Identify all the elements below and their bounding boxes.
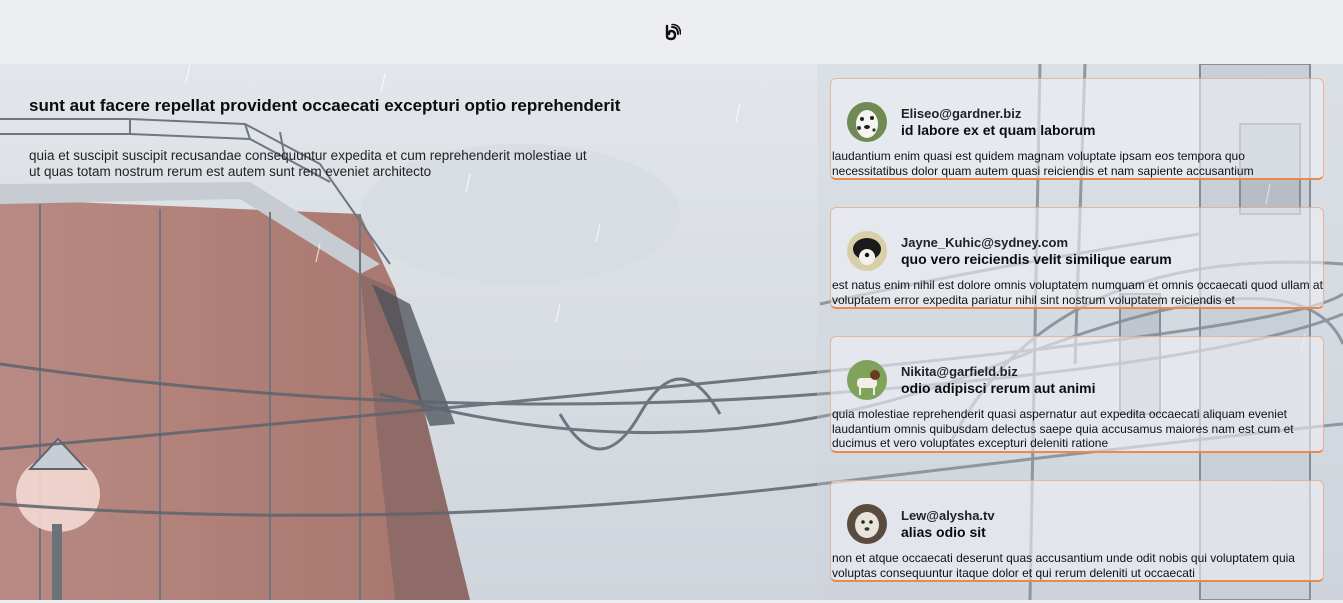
post: sunt aut facere repellat provident occae… bbox=[29, 96, 789, 180]
comment-name: odio adipisci rerum aut animi bbox=[901, 379, 1096, 396]
post-body: quia et suscipit suscipit recusandae con… bbox=[29, 148, 587, 179]
comment-card: Eliseo@gardner.biz id labore ex et quam … bbox=[830, 78, 1324, 180]
comment-card: Lew@alysha.tv alias odio sit non et atqu… bbox=[830, 480, 1324, 582]
terrier-avatar bbox=[847, 359, 887, 400]
post-title: sunt aut facere repellat provident occae… bbox=[29, 96, 621, 115]
black-white-dog-avatar bbox=[847, 230, 887, 271]
comment-email: Jayne_Kuhic@sydney.com bbox=[901, 234, 1069, 250]
comment-card: Nikita@garfield.biz odio adipisci rerum … bbox=[830, 336, 1324, 453]
comment-body: non et atque occaecati deserunt quas acc… bbox=[832, 551, 1295, 580]
white-dog-avatar bbox=[847, 503, 887, 544]
comment-body: quia molestiae reprehenderit quasi asper… bbox=[832, 407, 1294, 450]
comment-name: id labore ex et quam laborum bbox=[901, 121, 1096, 138]
dalmatian-avatar bbox=[847, 101, 887, 142]
comment-email: Nikita@garfield.biz bbox=[901, 363, 1018, 379]
comment-email: Lew@alysha.tv bbox=[901, 507, 995, 523]
comment-name: quo vero reiciendis velit similique earu… bbox=[901, 250, 1172, 267]
top-bar bbox=[0, 0, 1343, 64]
comment-body: laudantium enim quasi est quidem magnam … bbox=[832, 149, 1254, 178]
comment-card: Jayne_Kuhic@sydney.com quo vero reiciend… bbox=[830, 207, 1324, 309]
comment-name: alias odio sit bbox=[901, 523, 986, 540]
comment-body: est natus enim nihil est dolore omnis vo… bbox=[832, 278, 1323, 307]
comment-email: Eliseo@gardner.biz bbox=[901, 105, 1022, 121]
swirl-logo-icon[interactable] bbox=[663, 23, 681, 41]
